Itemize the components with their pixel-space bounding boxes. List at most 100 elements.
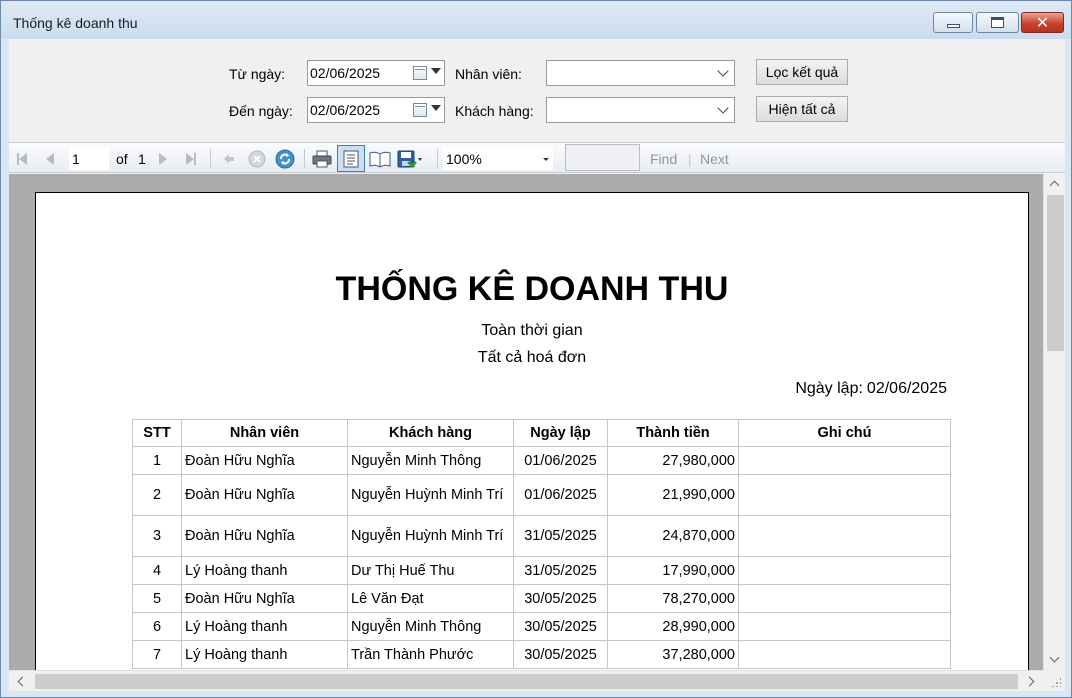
- cell-stt: 2: [132, 474, 182, 516]
- cell-customer: Nguyễn Huỳnh Minh Trí: [347, 474, 514, 516]
- horizontal-scroll-thumb[interactable]: [35, 674, 1018, 689]
- cell-amount: 24,870,000: [607, 515, 739, 557]
- maximize-button[interactable]: [976, 12, 1019, 33]
- cell-note: [738, 612, 951, 641]
- resize-grip-icon[interactable]: [1051, 677, 1061, 687]
- cell-amount: 28,990,000: [607, 612, 739, 641]
- from-date-picker[interactable]: 02/06/2025: [307, 60, 445, 86]
- report-page: THỐNG KÊ DOANH THU Toàn thời gian Tất cả…: [35, 192, 1029, 670]
- cell-employee: Đoàn Hữu Nghĩa: [181, 584, 348, 613]
- report-subtitle-time: Toàn thời gian: [481, 322, 583, 339]
- dropdown-arrow-icon: [543, 158, 549, 161]
- next-page-icon[interactable]: [154, 143, 172, 174]
- revenue-table: STT Nhân viên Khách hàng Ngày lập Thành …: [132, 419, 951, 669]
- export-icon[interactable]: [395, 143, 425, 174]
- find-button[interactable]: Find: [650, 151, 677, 167]
- scroll-up-icon[interactable]: [1049, 180, 1060, 191]
- customer-label: Khách hàng:: [455, 103, 534, 119]
- client-area: Từ ngày: 02/06/2025 Đến ngày: 02/06/2025…: [9, 39, 1065, 691]
- first-page-icon[interactable]: [13, 143, 31, 174]
- scroll-left-icon[interactable]: [17, 676, 28, 687]
- table-row: 5 Đoàn Hữu Nghĩa Lê Văn Đạt 30/05/2025 7…: [132, 584, 951, 613]
- cell-customer: Trần Thành Phước: [347, 640, 514, 669]
- cell-note: [738, 640, 951, 669]
- cell-customer: Nguyễn Minh Thông: [347, 446, 514, 475]
- cell-customer: Dư Thị Huế Thu: [347, 556, 514, 585]
- page-setup-icon[interactable]: [367, 143, 393, 174]
- table-row: 1 Đoàn Hữu Nghĩa Nguyễn Minh Thông 01/06…: [132, 446, 951, 475]
- cell-note: [738, 556, 951, 585]
- minimize-button[interactable]: [933, 12, 973, 33]
- cell-employee: Lý Hoàng thanh: [181, 640, 348, 669]
- customer-combobox[interactable]: [546, 97, 735, 123]
- page-total-label: 1: [138, 151, 146, 167]
- cell-date: 30/05/2025: [513, 612, 608, 641]
- column-header-employee: Nhân viên: [181, 419, 348, 447]
- back-icon[interactable]: [217, 143, 241, 174]
- cell-note: [738, 584, 951, 613]
- column-header-note: Ghi chú: [738, 419, 951, 447]
- cell-note: [738, 515, 951, 557]
- find-next-button[interactable]: Next: [700, 151, 729, 167]
- employee-combobox[interactable]: [546, 60, 735, 86]
- cell-stt: 7: [132, 640, 182, 669]
- print-icon[interactable]: [309, 143, 335, 174]
- to-date-picker[interactable]: 02/06/2025: [307, 97, 445, 123]
- chevron-down-icon: [717, 102, 729, 114]
- calendar-icon[interactable]: [413, 103, 427, 117]
- cell-date: 30/05/2025: [513, 640, 608, 669]
- cell-amount: 78,270,000: [607, 584, 739, 613]
- stop-icon[interactable]: [245, 143, 269, 174]
- dropdown-arrow-icon[interactable]: [431, 68, 441, 74]
- scroll-right-icon[interactable]: [1024, 676, 1035, 687]
- cell-date: 31/05/2025: [513, 515, 608, 557]
- cell-date: 01/06/2025: [513, 474, 608, 516]
- previous-page-icon[interactable]: [41, 143, 59, 174]
- window-title: Thống kê doanh thu: [13, 15, 138, 31]
- zoom-select[interactable]: 100%: [443, 147, 553, 170]
- refresh-icon[interactable]: [273, 143, 297, 174]
- show-all-button[interactable]: Hiện tất cả: [756, 96, 848, 122]
- filter-button[interactable]: Lọc kết quả: [756, 59, 848, 85]
- horizontal-scrollbar[interactable]: [9, 670, 1043, 691]
- page-of-label: of: [116, 151, 128, 167]
- last-page-icon[interactable]: [181, 143, 201, 174]
- cell-date: 31/05/2025: [513, 556, 608, 585]
- to-date-label: Đến ngày:: [229, 103, 293, 119]
- cell-amount: 21,990,000: [607, 474, 739, 516]
- close-button[interactable]: ✕: [1021, 12, 1064, 33]
- cell-stt: 4: [132, 556, 182, 585]
- cell-employee: Đoàn Hữu Nghĩa: [181, 515, 348, 557]
- column-header-date: Ngày lập: [513, 419, 608, 447]
- page-number-input[interactable]: 1: [69, 147, 109, 170]
- calendar-icon[interactable]: [413, 66, 427, 80]
- report-subtitle-scope: Tất cả hoá đơn: [477, 349, 587, 366]
- zoom-value: 100%: [446, 151, 482, 167]
- toolbar-separator: [210, 149, 211, 168]
- table-row: 4 Lý Hoàng thanh Dư Thị Huế Thu 31/05/20…: [132, 556, 951, 585]
- cell-note: [738, 446, 951, 475]
- scrollbar-corner: [1043, 670, 1065, 691]
- column-header-customer: Khách hàng: [347, 419, 514, 447]
- vertical-scroll-thumb[interactable]: [1047, 195, 1064, 351]
- to-date-value: 02/06/2025: [310, 102, 381, 118]
- cell-employee: Lý Hoàng thanh: [181, 556, 348, 585]
- table-row: 3 Đoàn Hữu Nghĩa Nguyễn Huỳnh Minh Trí 3…: [132, 515, 951, 557]
- from-date-value: 02/06/2025: [310, 65, 381, 81]
- find-input[interactable]: [565, 144, 640, 171]
- employee-label: Nhân viên:: [455, 66, 522, 82]
- cell-stt: 3: [132, 515, 182, 557]
- cell-employee: Đoàn Hữu Nghĩa: [181, 446, 348, 475]
- scroll-down-icon[interactable]: [1049, 652, 1060, 663]
- report-viewport[interactable]: THỐNG KÊ DOANH THU Toàn thời gian Tất cả…: [9, 174, 1043, 670]
- title-bar[interactable]: Thống kê doanh thu ✕: [1, 1, 1071, 39]
- table-row: 6 Lý Hoàng thanh Nguyễn Minh Thông 30/05…: [132, 612, 951, 641]
- toolbar-separator: [437, 149, 438, 168]
- cell-customer: Lê Văn Đạt: [347, 584, 514, 613]
- cell-stt: 5: [132, 584, 182, 613]
- report-toolbar: 1 of 1 100% Find | Next: [9, 142, 1065, 173]
- print-layout-icon[interactable]: [337, 145, 365, 172]
- report-date: Ngày lập: 02/06/2025: [791, 380, 947, 398]
- vertical-scrollbar[interactable]: [1043, 174, 1065, 670]
- dropdown-arrow-icon[interactable]: [431, 105, 441, 111]
